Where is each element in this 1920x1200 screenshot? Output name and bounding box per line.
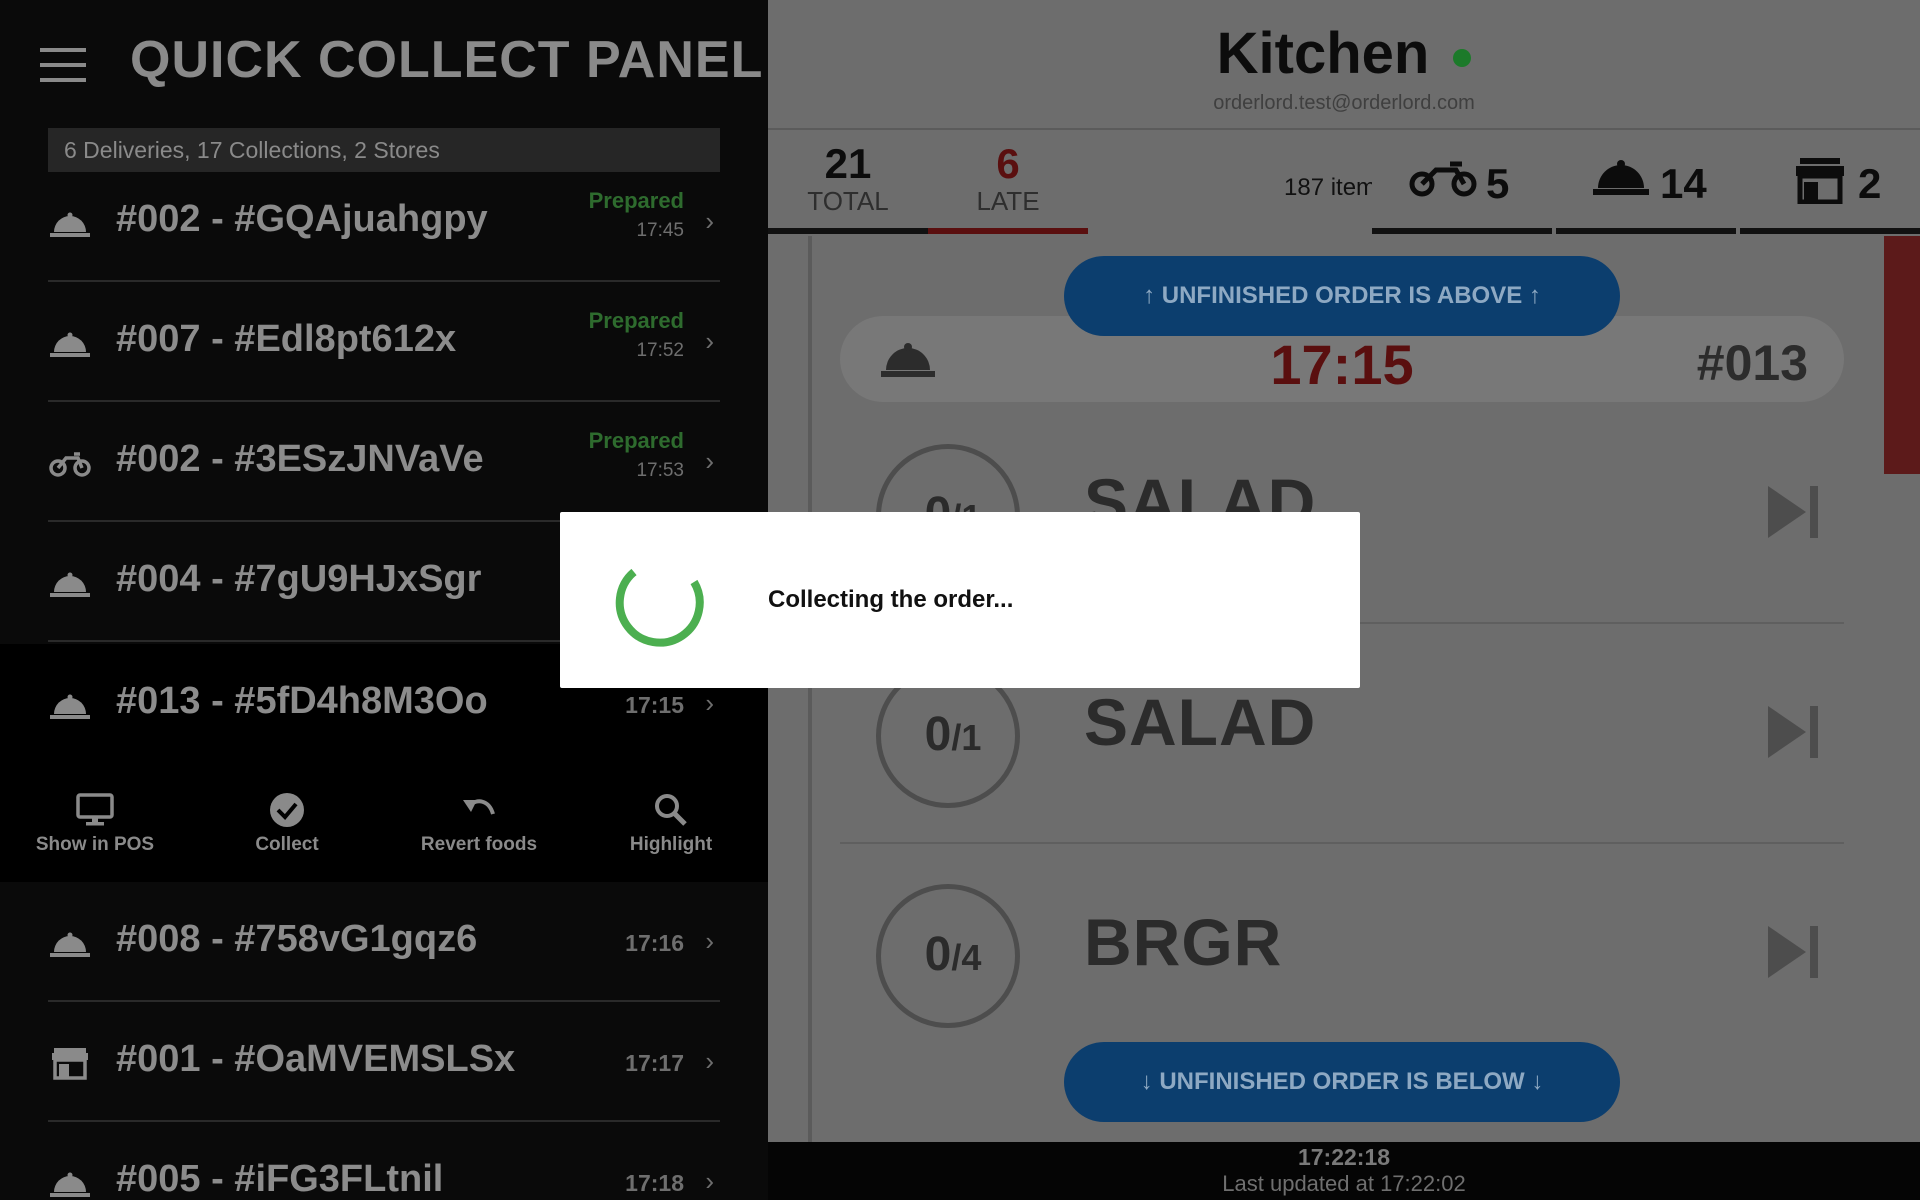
clock: 17:22:18 [1297, 1144, 1391, 1170]
order-label: #013 - #5fD4h8M3Oo [116, 680, 488, 722]
chevron-right-icon: › [705, 926, 714, 956]
motorbike-icon [49, 452, 91, 477]
search-icon [655, 794, 687, 826]
order-time: 17:17 [625, 1050, 684, 1076]
tab-underline [928, 228, 1088, 234]
collection-filter[interactable]: 14 [1556, 130, 1736, 234]
quantity: 0/4 [924, 928, 982, 981]
quantity-ring: 0/4 [876, 884, 1020, 1028]
check-circle-icon [270, 793, 304, 827]
total-count: 21 [824, 140, 872, 187]
show-in-pos-button[interactable]: Show in POS [20, 792, 170, 856]
total-tab[interactable]: 21 TOTAL [768, 130, 928, 234]
highlight-button[interactable]: Highlight [596, 792, 746, 856]
order-due-time: 17:15 [1270, 333, 1414, 396]
delivery-count: 5 [1486, 160, 1510, 207]
store-icon [1796, 158, 1844, 204]
total-label: TOTAL [807, 186, 889, 216]
monitor-icon [76, 793, 114, 826]
order-label: #002 - #3ESzJNVaVe [116, 438, 484, 480]
dialog-message: Collecting the order... [768, 586, 1014, 613]
cloche-icon [1593, 160, 1649, 195]
order-row[interactable]: #002 - #3ESzJNVaVe Prepared 17:53 › [0, 402, 768, 522]
cloche-icon [50, 694, 90, 719]
motorbike-icon [1409, 161, 1477, 197]
action-label: Show in POS [35, 834, 155, 855]
cloche-icon [50, 332, 90, 357]
order-row[interactable]: #001 - #OaMVEMSLSx 17:17 › [0, 1002, 768, 1122]
order-status: Prepared [588, 308, 684, 333]
stats-bar: 21 TOTAL 6 LATE 187 items 5 14 2 [768, 128, 1920, 234]
online-status-dot [1453, 48, 1472, 67]
order-row[interactable]: #005 - #iFG3FLtnil 17:18 › [0, 1122, 768, 1200]
order-label: #008 - #758vG1gqz6 [116, 918, 478, 960]
order-time: 17:45 [636, 220, 684, 241]
collect-button[interactable]: Collect [212, 792, 362, 856]
unfinished-below-button[interactable]: ↓ UNFINISHED ORDER IS BELOW ↓ [1064, 1042, 1620, 1122]
account-email: orderlord.test@orderlord.com [1213, 92, 1475, 114]
revert-foods-button[interactable]: Revert foods [404, 792, 554, 856]
cloche-icon [50, 572, 90, 597]
food-name: BRGR [1084, 905, 1283, 979]
order-time: 17:53 [636, 460, 684, 481]
items-count: 187 items [1284, 174, 1372, 201]
chevron-right-icon: › [705, 446, 714, 476]
order-status: Prepared [588, 188, 684, 213]
tab-underline [1740, 228, 1920, 234]
store-title: Kitchen [768, 20, 1920, 87]
order-status: Prepared [588, 428, 684, 453]
order-number: #013 [1696, 335, 1808, 391]
loading-spinner-icon [615, 568, 704, 647]
chevron-right-icon: › [705, 326, 714, 356]
status-footer: 17:22:18 Last updated at 17:22:02 [768, 1142, 1920, 1200]
chevron-right-icon: › [705, 688, 714, 718]
store-count: 2 [1858, 160, 1882, 207]
delivery-filter[interactable]: 5 [1372, 130, 1552, 234]
order-time: 17:16 [625, 930, 684, 956]
quantity: 0/1 [924, 708, 982, 761]
scrollbar-thumb[interactable] [1884, 236, 1920, 474]
late-count: 6 [996, 140, 1020, 187]
late-label: LATE [976, 186, 1040, 216]
order-label: #007 - #Edl8pt612x [116, 318, 457, 360]
order-time: 17:18 [625, 1170, 684, 1196]
order-label: #005 - #iFG3FLtnil [116, 1158, 444, 1200]
order-time: 17:15 [625, 692, 684, 718]
loading-dialog: Collecting the order... [560, 512, 1360, 688]
panel-title: QUICK COLLECT PANEL [130, 31, 764, 89]
order-label: #002 - #GQAjuahgpy [116, 198, 488, 240]
late-tab[interactable]: 6 LATE [928, 130, 1088, 234]
order-row[interactable]: #007 - #Edl8pt612x Prepared 17:52 › [0, 282, 768, 402]
tab-underline [1372, 228, 1552, 234]
store-filter[interactable]: 2 [1740, 130, 1920, 234]
tab-underline [768, 228, 928, 234]
cloche-icon [50, 1172, 90, 1197]
food-name: SALAD [1084, 685, 1317, 759]
food-item[interactable]: 0/4 BRGR [840, 844, 1844, 1064]
unfinished-above-button[interactable]: ↑ UNFINISHED ORDER IS ABOVE ↑ [1064, 256, 1620, 336]
order-row[interactable]: #008 - #758vG1gqz6 17:16 › [0, 882, 768, 1002]
action-label: Revert foods [420, 834, 538, 855]
cloche-icon [50, 932, 90, 957]
cloche-icon [50, 212, 90, 237]
order-row[interactable]: #002 - #GQAjuahgpy Prepared 17:45 › [0, 162, 768, 282]
skip-forward-icon[interactable] [1766, 484, 1822, 540]
action-label: Collect [255, 834, 319, 855]
order-label: #004 - #7gU9HJxSgr [116, 558, 482, 600]
chevron-right-icon: › [705, 1046, 714, 1076]
skip-forward-icon[interactable] [1766, 924, 1822, 980]
last-updated: Last updated at 17:22:02 [1222, 1171, 1466, 1196]
tab-underline [1556, 228, 1736, 234]
undo-icon [463, 799, 495, 815]
order-time: 17:52 [636, 340, 684, 361]
store-icon [52, 1048, 88, 1080]
hamburger-menu-icon[interactable] [40, 48, 86, 82]
action-label: Highlight [629, 834, 713, 855]
order-label: #001 - #OaMVEMSLSx [116, 1038, 516, 1080]
skip-forward-icon[interactable] [1766, 704, 1822, 760]
collection-count: 14 [1660, 160, 1707, 207]
store-name: Kitchen [1216, 21, 1430, 86]
chevron-right-icon: › [705, 1166, 714, 1196]
chevron-right-icon: › [705, 206, 714, 236]
